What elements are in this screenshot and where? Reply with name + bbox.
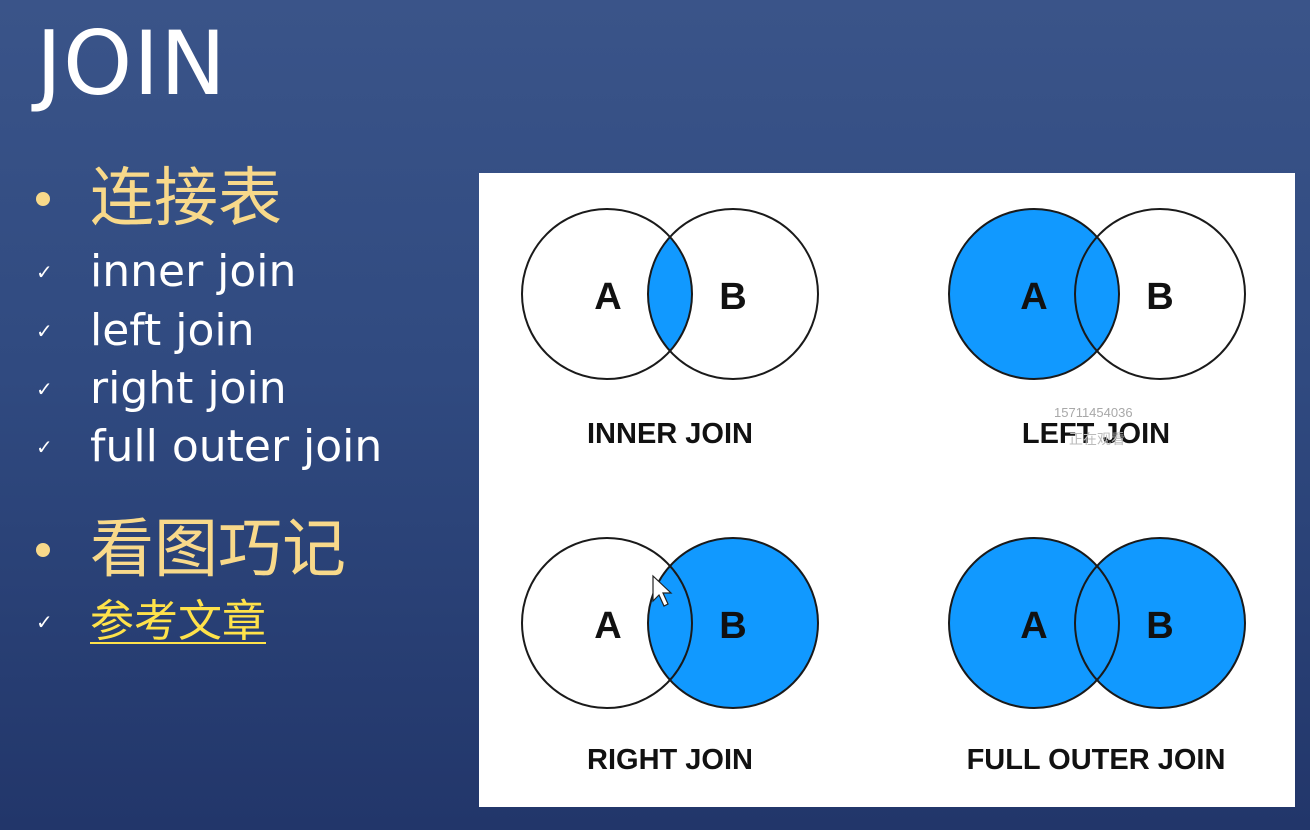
list-item-right-join: ✓ right join bbox=[36, 363, 287, 415]
venn-label-b: B bbox=[719, 605, 746, 647]
bullet-label: 看图巧记 bbox=[90, 513, 346, 587]
bullet-visual-memory: 看图巧记 bbox=[36, 514, 346, 586]
venn-caption: RIGHT JOIN bbox=[587, 744, 753, 776]
bullet-dot-icon bbox=[36, 543, 50, 557]
bullet-dot-icon bbox=[36, 192, 50, 206]
list-item-label: left join bbox=[90, 305, 255, 356]
check-icon: ✓ bbox=[36, 435, 53, 459]
bullet-connect-tables: 连接表 bbox=[36, 163, 282, 235]
check-icon: ✓ bbox=[36, 377, 53, 401]
list-item-label: inner join bbox=[90, 246, 297, 297]
reference-article-link[interactable]: 参考文章 bbox=[90, 596, 266, 648]
venn-caption: INNER JOIN bbox=[587, 418, 753, 450]
watermark-text: 正在观看 bbox=[1069, 432, 1125, 448]
venn-diagrams-svg: A B INNER JOIN A B LEFT JOIN A B RIGHT J… bbox=[521, 208, 1246, 776]
venn-full-outer-join: A B FULL OUTER JOIN bbox=[948, 537, 1246, 776]
check-icon: ✓ bbox=[36, 319, 53, 343]
venn-caption: FULL OUTER JOIN bbox=[967, 744, 1226, 776]
list-item-full-outer-join: ✓ full outer join bbox=[36, 421, 382, 473]
venn-label-b: B bbox=[1146, 605, 1173, 647]
join-venn-figure: A B INNER JOIN A B LEFT JOIN A B RIGHT J… bbox=[479, 173, 1295, 807]
venn-right-join: A B RIGHT JOIN bbox=[521, 537, 819, 776]
list-item-left-join: ✓ left join bbox=[36, 305, 255, 357]
slide-title: JOIN bbox=[36, 12, 227, 115]
check-icon: ✓ bbox=[36, 260, 53, 284]
list-item-label: full outer join bbox=[90, 421, 383, 472]
venn-inner-join: A B INNER JOIN bbox=[521, 208, 819, 450]
bullet-label: 连接表 bbox=[90, 162, 282, 236]
check-icon: ✓ bbox=[36, 610, 53, 634]
venn-label-a: A bbox=[594, 276, 621, 318]
venn-label-a: A bbox=[594, 605, 621, 647]
watermark-number: 15711454036 bbox=[1054, 405, 1133, 420]
venn-label-b: B bbox=[1146, 276, 1173, 318]
list-item-reference: ✓ 参考文章 bbox=[36, 596, 266, 648]
venn-label-b: B bbox=[719, 276, 746, 318]
venn-label-a: A bbox=[1020, 605, 1047, 647]
list-item-inner-join: ✓ inner join bbox=[36, 246, 296, 298]
venn-label-a: A bbox=[1020, 276, 1047, 318]
list-item-label: right join bbox=[90, 363, 287, 414]
